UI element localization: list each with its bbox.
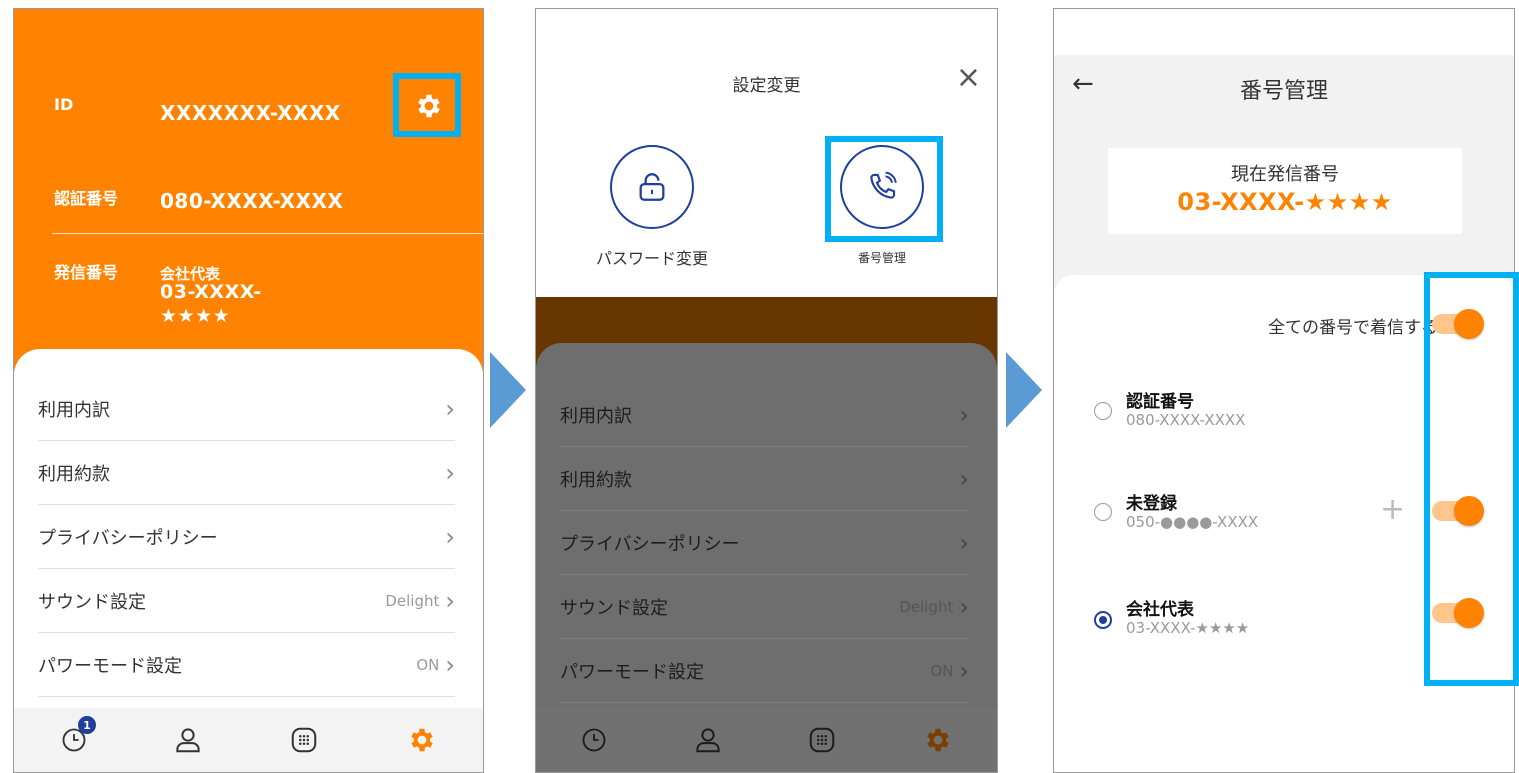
menu-terms[interactable]: 利用約款 › [38, 441, 455, 505]
current-number-value: 03-XXXX-★★★★ [1177, 188, 1393, 216]
menu-privacy-policy: プライバシーポリシー › [560, 511, 969, 575]
step-arrow-2 [1006, 352, 1042, 428]
person-icon [176, 728, 200, 753]
chevron-right-icon: › [959, 464, 969, 493]
chevron-right-icon: › [445, 522, 455, 551]
auth-number-label: 認証番号 [54, 189, 119, 208]
chevron-right-icon: › [445, 650, 455, 679]
highlight-toggles [1424, 272, 1519, 686]
highlight-number-management [825, 136, 943, 242]
chevron-right-icon: › [959, 528, 969, 557]
current-number-label: 現在発信番号 [1231, 164, 1339, 185]
modal-title: 設定変更 [732, 76, 801, 96]
option-title-auth: 認証番号 [1126, 392, 1194, 412]
radio-unregistered[interactable] [1094, 503, 1112, 521]
dialpad-icon [291, 727, 317, 753]
chevron-right-icon: › [445, 458, 455, 487]
password-change-label: パスワード変更 [595, 249, 708, 268]
tab-history [576, 722, 612, 758]
history-badge: 1 [78, 716, 96, 734]
menu-power-mode[interactable]: パワーモード設定 ON › [38, 633, 455, 697]
current-number-box: 現在発信番号 03-XXXX-★★★★ [1108, 148, 1462, 234]
tab-settings [920, 722, 956, 758]
option-number-unregistered: 050-●●●●-XXXX [1126, 513, 1259, 531]
option-title-company: 会社代表 [1126, 600, 1194, 620]
chevron-right-icon: › [445, 394, 455, 423]
menu-sound-settings[interactable]: サウンド設定 Delight › [38, 569, 455, 633]
tab-bar: 1 [14, 708, 483, 772]
step-arrow-1 [490, 352, 526, 428]
dialpad-icon [809, 727, 835, 753]
add-icon[interactable]: + [1380, 495, 1405, 525]
chevron-right-icon: › [959, 592, 969, 621]
header-divider [52, 233, 483, 234]
gear-icon [927, 728, 949, 752]
page-title: 番号管理 [1239, 79, 1328, 104]
dimmed-menu-sheet: 利用内訳 › 利用約款 › プライバシーポリシー › サウンド設定 Deligh… [536, 343, 997, 708]
password-change-button[interactable] [610, 145, 694, 229]
chevron-right-icon: › [959, 400, 969, 429]
caller-number-label: 発信番号 [54, 263, 119, 282]
menu-usage-details[interactable]: 利用内訳 › [38, 377, 455, 441]
chevron-right-icon: › [959, 656, 969, 685]
tab-settings[interactable] [404, 722, 440, 758]
settings-change-screen: 利用内訳 › 利用約款 › プライバシーポリシー › サウンド設定 Deligh… [535, 8, 998, 773]
menu-privacy-policy[interactable]: プライバシーポリシー › [38, 505, 455, 569]
clock-icon [582, 728, 606, 752]
tab-dialpad [804, 722, 840, 758]
person-icon [696, 728, 720, 753]
menu-usage-details: 利用内訳 › [560, 383, 969, 447]
tab-bar [536, 708, 997, 772]
radio-company-rep[interactable] [1094, 611, 1112, 629]
option-number-auth: 080-XXXX-XXXX [1126, 411, 1246, 429]
tab-contacts [690, 722, 726, 758]
option-title-unregistered: 未登録 [1126, 494, 1177, 514]
close-icon[interactable]: × [956, 63, 981, 93]
lock-icon [639, 173, 665, 201]
menu-sheet: 利用内訳 › 利用約款 › プライバシーポリシー › サウンド設定 Deligh… [14, 349, 483, 708]
tab-contacts[interactable] [170, 722, 206, 758]
menu-terms: 利用約款 › [560, 447, 969, 511]
radio-auth-number[interactable] [1094, 402, 1112, 420]
gear-icon [411, 728, 433, 752]
header [1054, 9, 1514, 127]
chevron-right-icon: › [445, 586, 455, 615]
auth-number-value: 080-XXXX-XXXX [160, 189, 344, 213]
id-label: ID [54, 95, 74, 114]
tab-history[interactable]: 1 [56, 716, 96, 758]
all-numbers-label: 全ての番号で着信する [1268, 318, 1438, 338]
menu-power-mode: パワーモード設定 ON › [560, 639, 969, 703]
tab-dialpad[interactable] [286, 722, 322, 758]
option-number-company: 03-XXXX-★★★★ [1126, 619, 1250, 637]
id-value: XXXXXXX-XXXX [160, 101, 341, 125]
caller-number-line2: ★★★★ [160, 305, 231, 327]
caller-number-line1: 03-XXXX- [160, 281, 262, 303]
number-management-label: 番号管理 [857, 251, 906, 265]
menu-sound-settings: サウンド設定 Delight › [560, 575, 969, 639]
highlight-gear [393, 73, 461, 137]
